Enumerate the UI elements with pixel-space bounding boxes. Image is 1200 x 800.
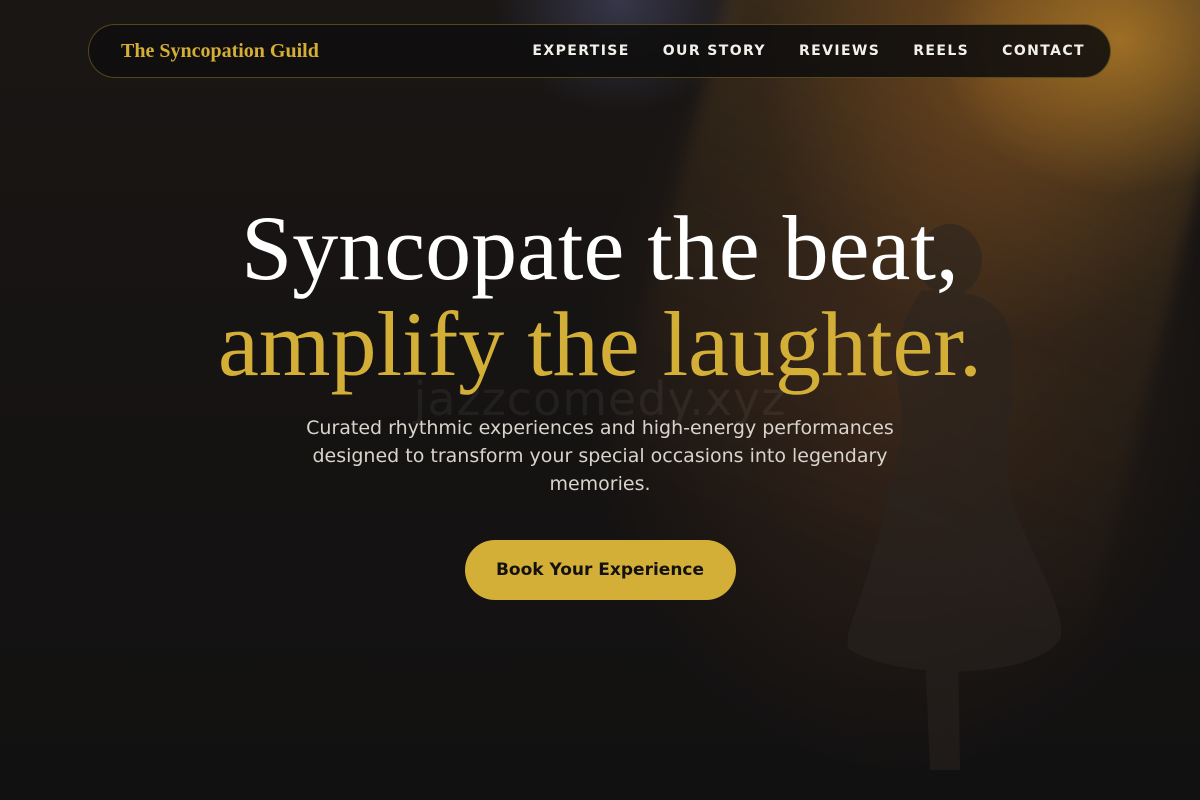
- headline-line-2: amplify the laughter.: [218, 293, 982, 395]
- brand-logo[interactable]: The Syncopation Guild: [121, 40, 319, 63]
- nav-link-reels[interactable]: REELS: [913, 43, 969, 59]
- hero-headline: Syncopate the beat, amplify the laughter…: [0, 200, 1200, 392]
- nav-link-our-story[interactable]: OUR STORY: [663, 43, 766, 59]
- nav-link-expertise[interactable]: EXPERTISE: [532, 43, 629, 59]
- headline-line-1: Syncopate the beat,: [241, 197, 959, 299]
- hero-section: Syncopate the beat, amplify the laughter…: [0, 200, 1200, 600]
- hero-subtitle: Curated rhythmic experiences and high-en…: [306, 417, 894, 495]
- nav-links: EXPERTISE OUR STORY REVIEWS REELS CONTAC…: [532, 43, 1085, 59]
- nav-link-reviews[interactable]: REVIEWS: [799, 43, 880, 59]
- top-navbar: The Syncopation Guild EXPERTISE OUR STOR…: [88, 24, 1111, 78]
- book-experience-button[interactable]: Book Your Experience: [464, 540, 736, 600]
- nav-link-contact[interactable]: CONTACT: [1002, 43, 1085, 59]
